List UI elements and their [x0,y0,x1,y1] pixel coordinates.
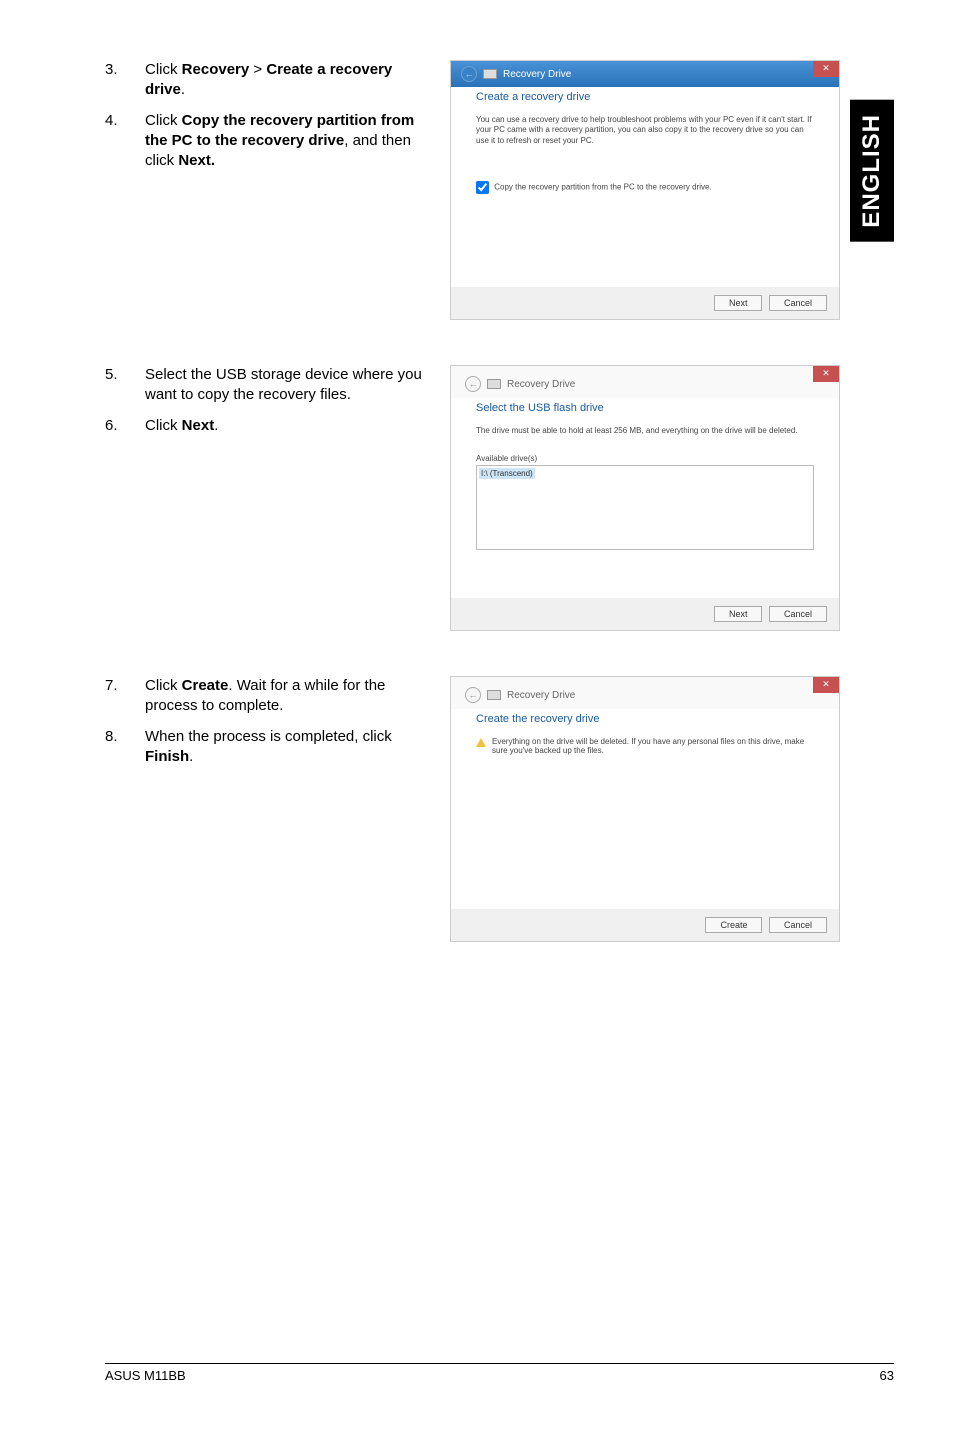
section-2: 5. Select the USB storage device where y… [105,365,894,631]
drive-icon [487,690,501,700]
text: . [189,748,193,765]
copy-partition-checkbox[interactable] [476,181,489,194]
next-button[interactable]: Next [714,606,763,622]
step-3: 3. Click Recovery > Create a recovery dr… [105,60,450,101]
dialog-footer: Next Cancel [451,287,839,319]
close-icon[interactable]: ✕ [813,366,839,382]
back-icon[interactable]: ← [465,376,481,392]
back-icon[interactable]: ← [461,66,477,82]
dialog-select-usb: ✕ ← Recovery Drive Select the USB flash … [450,365,840,631]
drive-list-item[interactable]: I:\ (Transcend) [479,468,535,479]
dialog-create-recovery: ✕ ← Recovery Drive Create a recovery dri… [450,60,840,320]
bold: Next. [178,152,215,169]
footer-product: ASUS M11BB [105,1368,186,1383]
dialog-title: Select the USB flash drive [476,402,814,414]
step-5: 5. Select the USB storage device where y… [105,365,450,406]
instructions-1: 3. Click Recovery > Create a recovery dr… [105,60,450,320]
dialog-text: You can use a recovery drive to help tro… [476,115,814,146]
text: > [249,61,266,78]
warning-icon [476,738,486,747]
step-body: When the process is completed, click Fin… [145,727,450,768]
step-body: Select the USB storage device where you … [145,365,450,406]
step-body: Click Create. Wait for a while for the p… [145,676,450,717]
cancel-button[interactable]: Cancel [769,295,827,311]
warning-text: Everything on the drive will be deleted.… [492,737,814,755]
instructions-2: 5. Select the USB storage device where y… [105,365,450,631]
create-button[interactable]: Create [705,917,762,933]
available-drives-label: Available drive(s) [476,454,814,463]
bold: Next [182,417,215,434]
page-footer: ASUS M11BB 63 [105,1363,894,1383]
dialog-title: Create the recovery drive [476,713,814,725]
warning-row: Everything on the drive will be deleted.… [476,737,814,755]
dialog-header: ← Recovery Drive [451,61,839,87]
cancel-button[interactable]: Cancel [769,917,827,933]
step-6: 6. Click Next. [105,416,450,436]
dialog-text: The drive must be able to hold at least … [476,426,814,436]
step-body: Click Recovery > Create a recovery drive… [145,60,450,101]
step-body: Click Next. [145,416,450,436]
section-3: 7. Click Create. Wait for a while for th… [105,676,894,942]
close-icon[interactable]: ✕ [813,61,839,77]
section-1: 3. Click Recovery > Create a recovery dr… [105,60,894,320]
copy-partition-checkbox-row: Copy the recovery partition from the PC … [476,181,814,194]
breadcrumb: Recovery Drive [507,690,575,701]
next-button[interactable]: Next [714,295,763,311]
bold: Recovery [182,61,250,78]
step-number: 4. [105,111,145,172]
dialog-create-drive: ✕ ← Recovery Drive Create the recovery d… [450,676,840,942]
step-body: Click Copy the recovery partition from t… [145,111,450,172]
breadcrumb: Recovery Drive [503,69,571,80]
cancel-button[interactable]: Cancel [769,606,827,622]
dialog-header: ← Recovery Drive [451,677,839,709]
step-number: 6. [105,416,145,436]
breadcrumb: Recovery Drive [507,379,575,390]
bold: Finish [145,748,189,765]
step-number: 7. [105,676,145,717]
text: When the process is completed, click [145,728,392,745]
instructions-3: 7. Click Create. Wait for a while for th… [105,676,450,942]
footer-page-number: 63 [880,1368,894,1383]
dialog-title: Create a recovery drive [476,91,814,103]
step-number: 8. [105,727,145,768]
step-7: 7. Click Create. Wait for a while for th… [105,676,450,717]
dialog-body: Create a recovery drive You can use a re… [451,87,839,287]
text: . [214,417,218,434]
drive-icon [483,69,497,79]
dialog-footer: Next Cancel [451,598,839,630]
page-content: 3. Click Recovery > Create a recovery dr… [0,0,954,942]
text: . [181,81,185,98]
step-number: 5. [105,365,145,406]
step-number: 3. [105,60,145,101]
step-4: 4. Click Copy the recovery partition fro… [105,111,450,172]
text: Click [145,61,182,78]
checkbox-label: Copy the recovery partition from the PC … [494,183,711,192]
dialog-footer: Create Cancel [451,909,839,941]
bold: Create [182,677,229,694]
dialog-header: ← Recovery Drive [451,366,839,398]
drive-icon [487,379,501,389]
language-tab: ENGLISH [850,100,894,242]
step-8: 8. When the process is completed, click … [105,727,450,768]
text: Click [145,677,182,694]
text: Click [145,417,182,434]
dialog-body: Create the recovery drive Everything on … [451,709,839,909]
text: Click [145,112,182,129]
back-icon[interactable]: ← [465,687,481,703]
close-icon[interactable]: ✕ [813,677,839,693]
dialog-body: Select the USB flash drive The drive mus… [451,398,839,598]
drive-list[interactable]: I:\ (Transcend) [476,465,814,550]
